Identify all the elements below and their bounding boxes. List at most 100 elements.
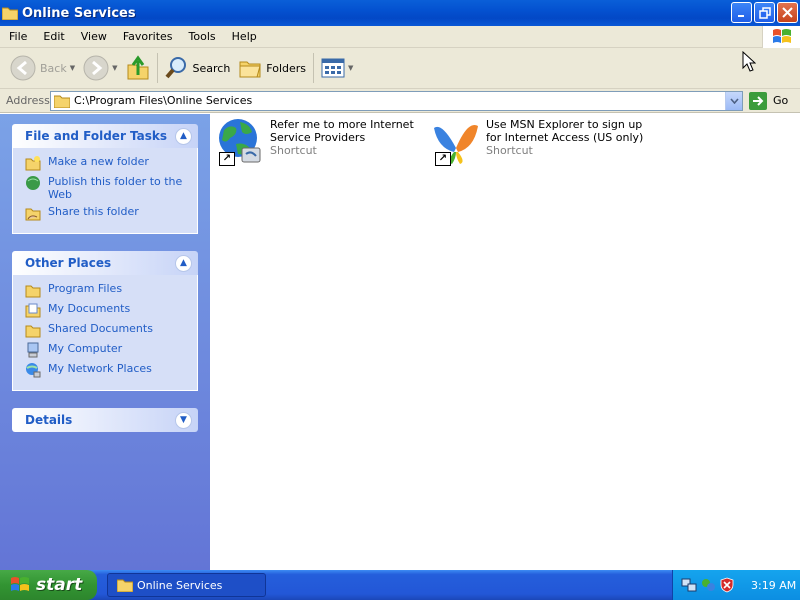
back-button[interactable]: Back ▼ — [6, 51, 79, 85]
collapse-up-icon[interactable]: ▲ — [175, 254, 192, 272]
panel-title: Details — [25, 413, 73, 427]
publish-to-web-link[interactable]: Publish this folder to the Web — [25, 175, 197, 201]
file-item-msn-explorer[interactable]: ↗ Use MSN Explorer to sign up for Intern… — [432, 118, 646, 166]
search-label: Search — [192, 61, 231, 75]
clock[interactable]: 3:19 AM — [751, 579, 796, 592]
up-folder-icon — [127, 55, 148, 80]
menu-view[interactable]: View — [72, 30, 114, 43]
folder-icon — [2, 7, 18, 20]
folder-icon — [54, 95, 70, 108]
toolbar-separator — [156, 53, 158, 83]
new-folder-icon — [25, 156, 41, 171]
restore-icon — [758, 6, 771, 19]
file-name: Refer me to more Internet Service Provid… — [270, 118, 414, 144]
share-folder-icon — [25, 208, 41, 221]
documents-folder-icon — [25, 303, 41, 318]
mouse-cursor-icon — [742, 51, 756, 72]
restore-button[interactable] — [754, 2, 775, 23]
folder-icon — [117, 579, 133, 592]
address-label: Address — [6, 94, 50, 107]
toolbar: Back ▼ ▼ Search Folders ▼ — [0, 48, 800, 89]
internet-globe-icon: ↗ — [216, 118, 264, 166]
my-documents-link[interactable]: My Documents — [25, 302, 197, 318]
menu-file[interactable]: File — [0, 30, 34, 43]
go-button[interactable]: Go — [749, 91, 789, 110]
taskbar: start Online Services 3:19 AM — [0, 570, 800, 600]
file-type: Shortcut — [486, 144, 533, 157]
msn-butterfly-icon: ↗ — [432, 118, 480, 166]
globe-icon — [26, 176, 40, 190]
menu-favorites[interactable]: Favorites — [114, 30, 180, 43]
start-button[interactable]: start — [0, 570, 97, 600]
close-button[interactable] — [777, 2, 798, 23]
task-pane: File and Folder Tasks ▲ Make a new folde… — [0, 114, 210, 570]
folder-icon — [25, 285, 41, 298]
folders-button[interactable]: Folders — [234, 51, 310, 85]
other-places-panel: Other Places ▲ Program Files My Document… — [12, 251, 198, 391]
details-panel: Details ▼ — [12, 408, 198, 432]
go-label: Go — [773, 94, 789, 107]
program-files-link[interactable]: Program Files — [25, 282, 197, 298]
chevron-down-icon — [729, 97, 739, 104]
details-header[interactable]: Details ▼ — [12, 408, 198, 432]
close-icon — [782, 7, 793, 18]
folders-label: Folders — [266, 61, 307, 75]
panel-title: Other Places — [25, 256, 112, 270]
go-arrow-icon — [749, 91, 767, 110]
my-computer-link[interactable]: My Computer — [25, 342, 197, 358]
windows-flag-icon — [762, 26, 800, 48]
my-network-places-link[interactable]: My Network Places — [25, 362, 197, 378]
file-folder-tasks-panel: File and Folder Tasks ▲ Make a new folde… — [12, 124, 198, 234]
back-dropdown-icon[interactable]: ▼ — [70, 64, 75, 72]
minimize-icon — [737, 14, 744, 17]
file-name: Use MSN Explorer to sign up for Internet… — [486, 118, 644, 144]
title-bar: Online Services — [0, 0, 800, 26]
menu-help[interactable]: Help — [223, 30, 264, 43]
network-globe-icon — [26, 363, 41, 378]
collapse-up-icon[interactable]: ▲ — [175, 127, 192, 145]
file-folder-tasks-header[interactable]: File and Folder Tasks ▲ — [12, 124, 198, 148]
share-folder-link[interactable]: Share this folder — [25, 205, 197, 221]
network-icon[interactable] — [681, 577, 697, 593]
expand-down-icon[interactable]: ▼ — [175, 411, 192, 429]
toolbar-separator — [313, 53, 315, 83]
make-new-folder-link[interactable]: Make a new folder — [25, 155, 197, 171]
shortcut-arrow-icon: ↗ — [219, 152, 235, 166]
address-value: C:\Program Files\Online Services — [74, 94, 253, 107]
other-places-header[interactable]: Other Places ▲ — [12, 251, 198, 275]
system-tray: 3:19 AM — [672, 570, 800, 600]
start-label: start — [36, 575, 83, 595]
menu-edit[interactable]: Edit — [34, 30, 71, 43]
menu-bar: File Edit View Favorites Tools Help — [0, 26, 800, 48]
file-item-refer-isp[interactable]: ↗ Refer me to more Internet Service Prov… — [216, 118, 430, 166]
views-dropdown-icon[interactable]: ▼ — [348, 64, 353, 72]
forward-button[interactable]: ▼ — [79, 51, 121, 85]
search-icon — [164, 57, 186, 79]
forward-dropdown-icon[interactable]: ▼ — [112, 64, 117, 72]
security-shield-icon[interactable] — [719, 577, 735, 593]
taskbar-item-label: Online Services — [137, 578, 223, 592]
back-label: Back — [40, 61, 67, 75]
views-icon — [321, 58, 345, 78]
taskbar-item-online-services[interactable]: Online Services — [107, 573, 266, 597]
windows-flag-icon — [11, 577, 29, 591]
file-list-area[interactable]: ↗ Refer me to more Internet Service Prov… — [210, 114, 800, 570]
menu-tools[interactable]: Tools — [180, 30, 223, 43]
views-button[interactable]: ▼ — [317, 51, 357, 85]
minimize-button[interactable] — [731, 2, 752, 23]
up-folder-button[interactable] — [122, 51, 154, 85]
shortcut-arrow-icon: ↗ — [435, 152, 451, 166]
address-input[interactable]: C:\Program Files\Online Services — [50, 90, 743, 111]
msn-tray-icon[interactable] — [700, 577, 716, 593]
folders-icon — [239, 61, 261, 78]
folder-icon — [25, 325, 41, 338]
back-arrow-icon — [10, 55, 36, 81]
address-dropdown-button[interactable] — [725, 91, 742, 110]
forward-arrow-icon — [83, 55, 109, 81]
computer-icon — [27, 342, 39, 358]
panel-title: File and Folder Tasks — [25, 129, 168, 143]
shared-documents-link[interactable]: Shared Documents — [25, 322, 197, 338]
window-title: Online Services — [22, 5, 136, 21]
file-type: Shortcut — [270, 144, 317, 157]
search-button[interactable]: Search — [161, 51, 235, 85]
